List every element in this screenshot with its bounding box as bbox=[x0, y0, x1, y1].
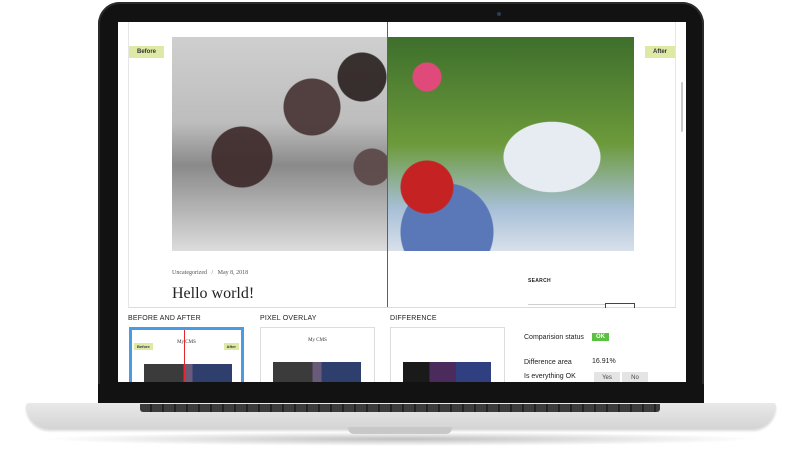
thumb-image bbox=[144, 364, 232, 382]
status-badge: OK bbox=[592, 333, 609, 341]
thumb-difference-image bbox=[403, 362, 491, 382]
camera-icon bbox=[497, 12, 501, 16]
laptop-notch bbox=[348, 427, 452, 434]
comparison-status-label: Comparision status bbox=[524, 334, 584, 341]
search-widget-label: SEARCH bbox=[528, 278, 551, 284]
keyboard bbox=[140, 404, 660, 412]
screen-bezel bbox=[98, 384, 704, 404]
is-everything-ok-label: Is everything OK bbox=[524, 373, 576, 380]
before-after-heading: BEFORE AND AFTER bbox=[128, 315, 201, 322]
difference-area-label: Difference area bbox=[524, 359, 572, 366]
no-button[interactable]: No bbox=[622, 372, 648, 382]
thumb-before-tag: Before bbox=[134, 343, 153, 350]
difference-thumbnail[interactable] bbox=[390, 327, 505, 382]
website-preview: Before After Uncategorized / May 8, 2018… bbox=[128, 22, 683, 308]
comparison-split-handle[interactable] bbox=[387, 22, 388, 307]
meta-separator: / bbox=[211, 270, 214, 276]
scrollbar[interactable] bbox=[681, 82, 683, 132]
thumb-split-line bbox=[184, 330, 185, 382]
pixel-overlay-thumbnail[interactable]: My CMS bbox=[260, 327, 375, 382]
yes-button[interactable]: Yes bbox=[594, 372, 620, 382]
thumb-after-tag: After bbox=[223, 343, 239, 350]
photo-after-half bbox=[387, 37, 634, 251]
difference-area-value: 16.91% bbox=[592, 358, 616, 365]
pixel-overlay-heading: PIXEL OVERLAY bbox=[260, 315, 317, 322]
thumb-site-title: My CMS bbox=[308, 338, 327, 343]
featured-photo bbox=[172, 37, 634, 251]
post-meta: Uncategorized / May 8, 2018 bbox=[172, 270, 248, 276]
post-date[interactable]: May 8, 2018 bbox=[218, 270, 249, 276]
thumb-image bbox=[273, 362, 361, 382]
after-label: After bbox=[644, 46, 675, 58]
laptop-shadow bbox=[40, 432, 762, 446]
difference-heading: DIFFERENCE bbox=[390, 315, 437, 322]
post-category[interactable]: Uncategorized bbox=[172, 270, 207, 276]
laptop-screen: Before After Uncategorized / May 8, 2018… bbox=[118, 22, 686, 382]
search-button[interactable] bbox=[605, 303, 635, 308]
post-title[interactable]: Hello world! bbox=[172, 285, 254, 303]
search-input[interactable] bbox=[528, 304, 606, 307]
before-after-thumbnail[interactable]: My CMS Before After bbox=[129, 327, 244, 382]
before-label: Before bbox=[129, 46, 165, 58]
photo-before-half bbox=[172, 37, 387, 251]
